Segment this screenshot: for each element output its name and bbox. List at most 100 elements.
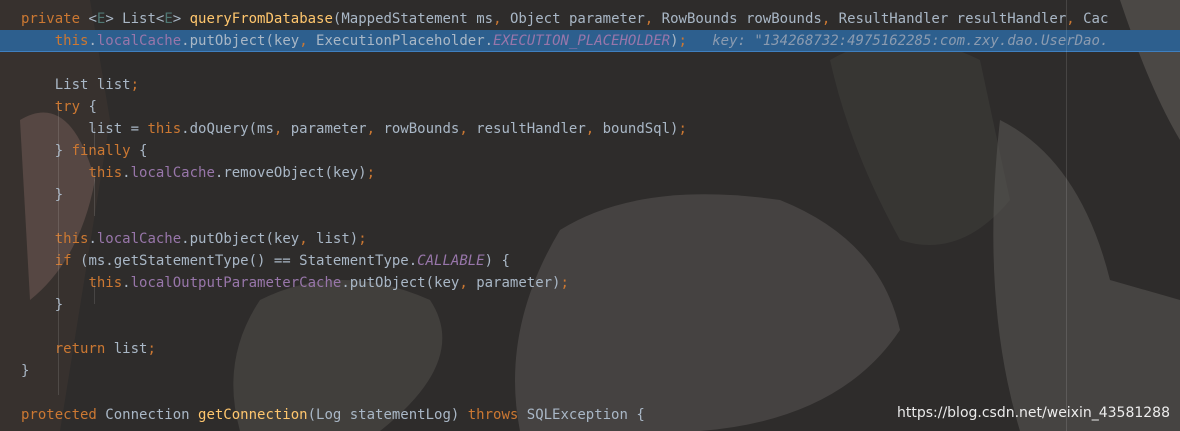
code-line[interactable]: private <E> List<E> queryFromDatabase(Ma… (0, 8, 1180, 30)
code-token: , (299, 33, 317, 49)
code-token: ; (130, 77, 140, 93)
code-token: } (21, 297, 64, 313)
code-line[interactable]: } finally { (0, 140, 1180, 162)
code-token: resultHandler (476, 121, 586, 137)
code-token: EXECUTION_PLACEHOLDER (493, 33, 671, 49)
code-line[interactable]: try { (0, 96, 1180, 118)
code-token: protected (21, 407, 106, 423)
code-token: ; (358, 231, 367, 247)
right-margin-guide (1066, 0, 1067, 431)
code-line[interactable]: } (0, 184, 1180, 206)
indent-guide (94, 282, 95, 304)
code-line[interactable] (0, 316, 1180, 338)
code-token: .putObject(key (341, 275, 460, 291)
code-token: { (88, 99, 97, 115)
code-token: ExecutionPlaceholder. (316, 33, 494, 49)
code-line[interactable]: this.localCache.removeObject(key); (0, 162, 1180, 184)
code-token: Cac (1083, 11, 1109, 27)
code-token: getConnection (198, 407, 308, 423)
code-line[interactable]: list = this.doQuery(ms, parameter, rowBo… (0, 118, 1180, 140)
code-line[interactable]: if (ms.getStatementType() == StatementTy… (0, 250, 1180, 272)
code-token: SQLException { (526, 407, 645, 423)
code-token: localCache (96, 33, 182, 49)
indent-guide (94, 172, 95, 216)
code-token: this (54, 33, 89, 49)
code-token: , (493, 11, 510, 27)
code-token: ; (678, 121, 687, 137)
code-token: return (54, 341, 114, 357)
code-token: queryFromDatabase (189, 11, 333, 27)
code-token: (MappedStatement ms (332, 11, 494, 27)
code-token: < (88, 11, 97, 27)
code-editor[interactable]: private <E> List<E> queryFromDatabase(Ma… (0, 0, 1180, 431)
code-token: ) { (484, 253, 510, 269)
code-token: this (54, 231, 89, 247)
code-token: .putObject(key (181, 33, 300, 49)
code-token: private (21, 11, 89, 27)
code-token: Object parameter (509, 11, 645, 27)
code-token: parameter (290, 121, 367, 137)
code-token: list) (316, 231, 359, 247)
code-token: , (273, 121, 291, 137)
code-token: .putObject(key (181, 231, 300, 247)
code-token: > List< (105, 11, 165, 27)
code-token: boundSql) (602, 121, 679, 137)
code-line[interactable]: List list; (0, 74, 1180, 96)
code-token: ) (670, 33, 679, 49)
code-token: E (164, 11, 173, 27)
code-token: ; (678, 33, 687, 49)
code-line[interactable]: this.localCache.putObject(key, Execution… (0, 30, 1180, 52)
code-token: , (366, 121, 384, 137)
watermark-text: https://blog.csdn.net/weixin_43581288 (896, 405, 1170, 421)
code-token: . (88, 231, 97, 247)
code-token: ; (147, 341, 156, 357)
code-token: , (644, 11, 662, 27)
code-token: . (122, 165, 131, 181)
code-line[interactable] (0, 206, 1180, 228)
code-token: (ms.getStatementType() == StatementType. (80, 253, 418, 269)
code-token: ; (560, 275, 569, 291)
code-token: localCache (130, 165, 215, 181)
code-token: CALLABLE (417, 253, 485, 269)
code-token: parameter) (476, 275, 561, 291)
code-line[interactable]: } (0, 360, 1180, 382)
code-token: RowBounds rowBounds (661, 11, 822, 27)
code-token: this (147, 121, 182, 137)
indent-guide (94, 128, 95, 150)
code-token: (Log statementLog) (307, 407, 468, 423)
code-token: . (122, 275, 131, 291)
code-line[interactable]: return list; (0, 338, 1180, 360)
code-line[interactable]: this.localOutputParameterCache.putObject… (0, 272, 1180, 294)
code-token: list (113, 341, 148, 357)
code-token: try (54, 99, 89, 115)
code-line[interactable] (0, 382, 1180, 404)
code-line[interactable] (0, 52, 1180, 74)
code-token: List list (21, 77, 131, 93)
indent-guide (58, 107, 59, 395)
code-token: localOutputParameterCache (130, 275, 342, 291)
code-token: , (1066, 11, 1084, 27)
code-token: , (299, 231, 317, 247)
code-token: , (459, 121, 477, 137)
code-line[interactable]: this.localCache.putObject(key, list); (0, 228, 1180, 250)
code-token: } (21, 143, 72, 159)
code-token: { (139, 143, 148, 159)
code-token: ; (366, 165, 376, 181)
code-token: , (459, 275, 477, 291)
code-token: } (21, 363, 30, 379)
code-token: } (21, 187, 64, 203)
code-token: , (585, 121, 603, 137)
code-token: list = (21, 121, 148, 137)
code-token: key: "134268732:4975162285:com.zxy.dao.U… (712, 33, 1109, 49)
code-line[interactable]: } (0, 294, 1180, 316)
code-token: localCache (96, 231, 182, 247)
code-token: throws (467, 407, 527, 423)
